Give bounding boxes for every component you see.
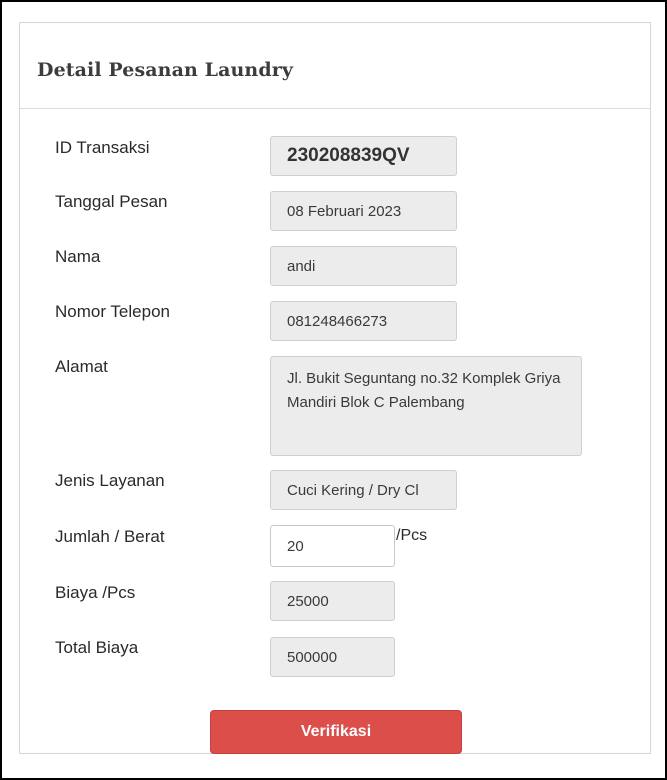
window-frame: Detail Pesanan Laundry ID Transaksi 2302…: [0, 0, 667, 780]
order-detail-panel: Detail Pesanan Laundry ID Transaksi 2302…: [19, 22, 651, 754]
jumlah-berat-label: Jumlah / Berat: [55, 527, 165, 546]
nomor-telepon-label: Nomor Telepon: [55, 302, 170, 321]
panel-title: Detail Pesanan Laundry: [37, 59, 293, 81]
nomor-telepon-field: 081248466273: [270, 301, 457, 341]
id-transaksi-field: 230208839QV: [270, 136, 457, 176]
biaya-pcs-label: Biaya /Pcs: [55, 583, 136, 602]
panel-header: Detail Pesanan Laundry: [20, 23, 650, 109]
jenis-layanan-label: Jenis Layanan: [55, 471, 165, 490]
alamat-label: Alamat: [55, 357, 108, 376]
nama-field: andi: [270, 246, 457, 286]
tanggal-pesan-label: Tanggal Pesan: [55, 192, 168, 211]
alamat-textarea: Jl. Bukit Seguntang no.32 Komplek Griya …: [270, 356, 582, 456]
verify-button[interactable]: Verifikasi: [210, 710, 462, 754]
nama-label: Nama: [55, 247, 101, 266]
tanggal-pesan-field: 08 Februari 2023: [270, 191, 457, 231]
jumlah-berat-input[interactable]: 20: [270, 525, 395, 567]
total-biaya-field: 500000: [270, 637, 395, 677]
total-biaya-label: Total Biaya: [55, 638, 139, 657]
id-transaksi-label: ID Transaksi: [55, 138, 150, 157]
biaya-pcs-field: 25000: [270, 581, 395, 621]
jumlah-unit-label: /Pcs: [396, 527, 428, 544]
jenis-layanan-field: Cuci Kering / Dry Cl: [270, 470, 457, 510]
